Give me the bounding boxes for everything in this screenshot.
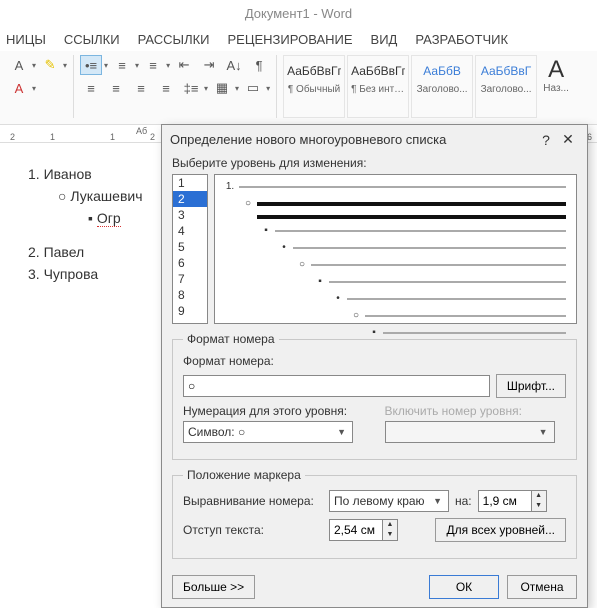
dropdown-icon[interactable]: ▾ — [32, 84, 36, 93]
indent-label: Отступ текста: — [183, 523, 323, 537]
numbering-combo[interactable]: Символ: ○▼ — [183, 421, 353, 443]
include-level-label: Включить номер уровня: — [385, 404, 522, 418]
style-item[interactable]: АНаз... — [539, 55, 573, 118]
at-label: на: — [455, 494, 472, 508]
tab[interactable]: ССЫЛКИ — [64, 32, 120, 47]
indent-right-icon[interactable]: ⇥ — [198, 55, 220, 75]
indent-left-icon[interactable]: ⇤ — [173, 55, 195, 75]
dropdown-icon[interactable]: ▾ — [63, 61, 67, 70]
indent-input[interactable] — [329, 519, 383, 541]
chevron-down-icon: ▼ — [431, 496, 444, 506]
align-combo[interactable]: По левому краю▼ — [329, 490, 449, 512]
level-option[interactable]: 2 — [173, 191, 207, 207]
all-levels-button[interactable]: Для всех уровней... — [435, 518, 566, 542]
style-item[interactable]: АаБбВвГг,¶ Обычный — [283, 55, 345, 118]
level-option[interactable]: 1 — [173, 175, 207, 191]
tab[interactable]: ВИД — [371, 32, 398, 47]
bullets-icon[interactable]: •≡ — [80, 55, 102, 75]
level-option[interactable]: 8 — [173, 287, 207, 303]
borders-icon[interactable]: ▭ — [242, 78, 264, 98]
multilevel-list-dialog: Определение нового многоуровневого списк… — [161, 124, 588, 608]
help-icon[interactable]: ? — [535, 132, 557, 148]
spin-up-icon[interactable]: ▲ — [532, 491, 546, 501]
styles-gallery: АаБбВвГг,¶ Обычный АаБбВвГг,¶ Без инте..… — [277, 55, 579, 118]
at-spinner[interactable]: ▲▼ — [478, 490, 547, 512]
dialog-title: Определение нового многоуровневого списк… — [170, 132, 535, 147]
justify-icon[interactable]: ≡ — [155, 78, 177, 98]
style-item[interactable]: АаБбВвГг,¶ Без инте... — [347, 55, 409, 118]
format-label: Формат номера: — [183, 354, 274, 368]
style-item[interactable]: АаБбВЗаголово... — [411, 55, 473, 118]
font-button[interactable]: Шрифт... — [496, 374, 566, 398]
level-option[interactable]: 4 — [173, 223, 207, 239]
align-center-icon[interactable]: ≡ — [105, 78, 127, 98]
clear-format-icon[interactable]: A — [8, 78, 30, 98]
dropdown-icon[interactable]: ▾ — [235, 84, 239, 93]
level-option[interactable]: 7 — [173, 271, 207, 287]
spin-down-icon[interactable]: ▼ — [383, 530, 397, 540]
align-right-icon[interactable]: ≡ — [130, 78, 152, 98]
spin-up-icon[interactable]: ▲ — [383, 520, 397, 530]
position-group: Положение маркера Выравнивание номера: П… — [172, 468, 577, 559]
select-level-label: Выберите уровень для изменения: — [172, 156, 577, 170]
style-item[interactable]: АаБбВвГЗаголово... — [475, 55, 537, 118]
numbering-label: Нумерация для этого уровня: — [183, 404, 347, 418]
dropdown-icon[interactable]: ▾ — [204, 84, 208, 93]
font-grow-icon[interactable]: A — [8, 55, 30, 75]
align-left-icon[interactable]: ≡ — [80, 78, 102, 98]
format-input[interactable] — [183, 375, 490, 397]
align-label: Выравнивание номера: — [183, 494, 323, 508]
tab[interactable]: РЕЦЕНЗИРОВАНИЕ — [228, 32, 353, 47]
numbering-icon[interactable]: ≡ — [111, 55, 133, 75]
more-button[interactable]: Больше >> — [172, 575, 255, 599]
level-option[interactable]: 6 — [173, 255, 207, 271]
number-format-group: Формат номера Формат номера: Шрифт... Ну… — [172, 332, 577, 460]
app-title: Документ1 - Word — [0, 0, 597, 28]
highlight-icon[interactable]: ✎ — [39, 55, 61, 75]
shading-icon[interactable]: ▦ — [211, 78, 233, 98]
level-listbox[interactable]: 1 2 3 4 5 6 7 8 9 — [172, 174, 208, 324]
spin-down-icon[interactable]: ▼ — [532, 501, 546, 511]
ribbon: A▾ ✎▾ A▾ •≡▾ ≡▾ ≡▾ ⇤ ⇥ A↓ ¶ ≡ ≡ ≡ ≡ ‡≡▾ … — [0, 51, 597, 125]
chevron-down-icon: ▼ — [537, 427, 550, 437]
sort-icon[interactable]: A↓ — [223, 55, 245, 75]
pilcrow-icon[interactable]: ¶ — [248, 55, 270, 75]
chevron-down-icon: ▼ — [335, 427, 348, 437]
dropdown-icon[interactable]: ▾ — [166, 61, 170, 70]
tab[interactable]: РАЗРАБОТЧИК — [415, 32, 508, 47]
level-option[interactable]: 9 — [173, 303, 207, 319]
close-icon[interactable]: ✕ — [557, 131, 579, 148]
include-level-combo: ▼ — [385, 421, 555, 443]
line-spacing-icon[interactable]: ‡≡ — [180, 78, 202, 98]
ok-button[interactable]: ОК — [429, 575, 499, 599]
level-option[interactable]: 5 — [173, 239, 207, 255]
tab[interactable]: РАССЫЛКИ — [138, 32, 210, 47]
multilevel-icon[interactable]: ≡ — [142, 55, 164, 75]
level-option[interactable]: 3 — [173, 207, 207, 223]
ribbon-tabs: НИЦЫ ССЫЛКИ РАССЫЛКИ РЕЦЕНЗИРОВАНИЕ ВИД … — [0, 28, 597, 51]
indent-spinner[interactable]: ▲▼ — [329, 519, 398, 541]
list-preview: 1. ○ ▪ • ○ ▪ • ○ ▪ — [214, 174, 577, 324]
cancel-button[interactable]: Отмена — [507, 575, 577, 599]
dropdown-icon[interactable]: ▾ — [135, 61, 139, 70]
dropdown-icon[interactable]: ▾ — [32, 61, 36, 70]
dropdown-icon[interactable]: ▾ — [104, 61, 108, 70]
dialog-titlebar[interactable]: Определение нового многоуровневого списк… — [162, 125, 587, 154]
at-input[interactable] — [478, 490, 532, 512]
tab[interactable]: НИЦЫ — [6, 32, 46, 47]
dropdown-icon[interactable]: ▾ — [266, 84, 270, 93]
